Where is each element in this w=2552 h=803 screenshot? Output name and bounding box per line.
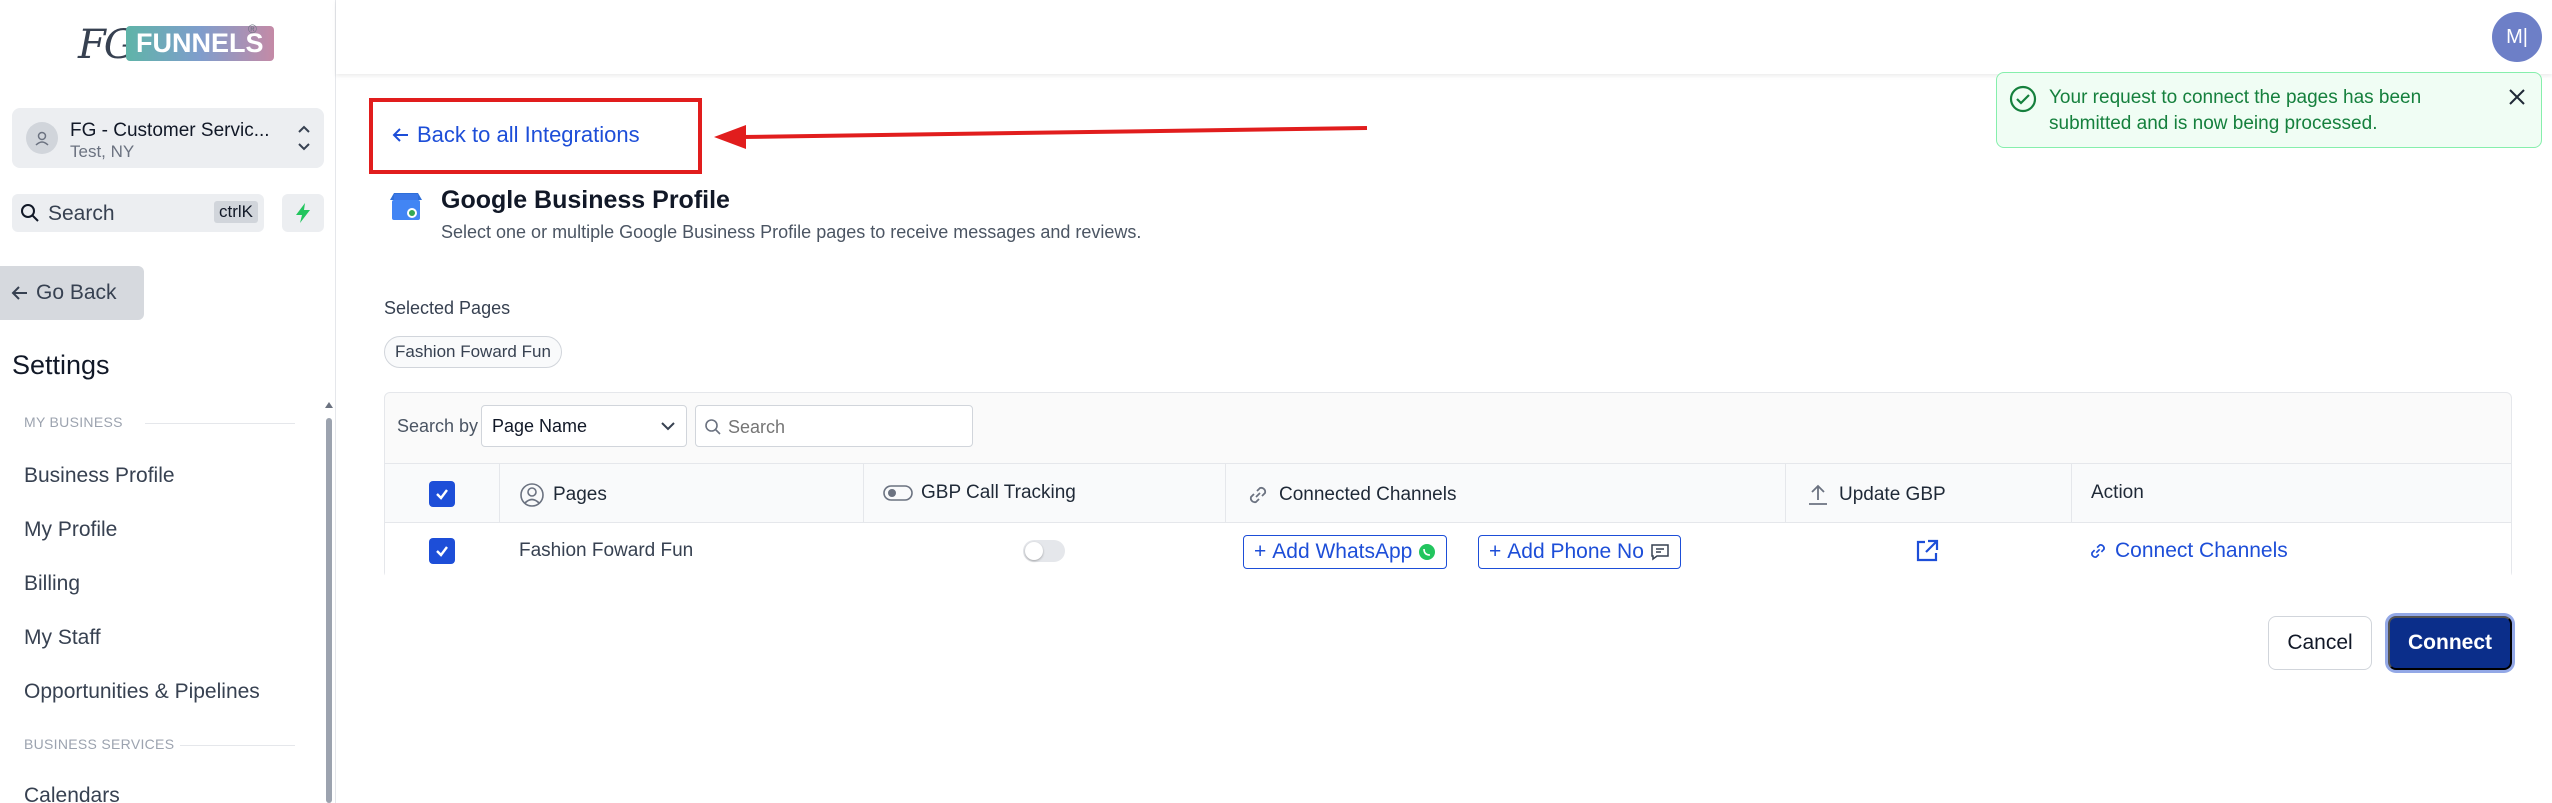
column-divider: [2071, 464, 2072, 522]
annotation-arrow: [714, 125, 1368, 149]
column-divider: [1225, 464, 1226, 522]
add-whatsapp-button[interactable]: + Add WhatsApp: [1243, 535, 1448, 569]
whatsapp-icon: [1419, 544, 1436, 560]
search-icon: [21, 204, 39, 222]
column-divider: [863, 464, 864, 522]
scroll-up-arrow[interactable]: [325, 402, 333, 408]
toggle-knob: [1025, 542, 1043, 560]
user-avatar[interactable]: M|: [2492, 12, 2542, 62]
back-to-integrations-link[interactable]: Back to all Integrations: [391, 122, 640, 148]
building-icon: [35, 131, 49, 146]
pages-table-panel: Search by Page Name Search Pages GBP Cal…: [384, 392, 2512, 579]
section-header-business-services: BUSINESS SERVICES: [24, 736, 175, 752]
location-subtitle: Test, NY: [70, 142, 135, 161]
sidebar-search[interactable]: Search ctrlK: [12, 194, 264, 232]
connect-button[interactable]: Connect: [2388, 616, 2512, 670]
message-icon: [1651, 544, 1669, 561]
column-header-call-tracking-label: GBP Call Tracking: [921, 482, 1076, 503]
chevron-down-icon: [661, 422, 675, 431]
user-circle-icon: [520, 483, 544, 507]
arrow-left-icon: [392, 128, 408, 142]
app-root: FG FUNNELS ® FG - Customer Servic... Tes…: [0, 0, 2552, 803]
sidebar-item-billing[interactable]: Billing: [24, 572, 80, 596]
column-divider: [1785, 464, 1786, 522]
search-by-value: Page Name: [492, 416, 588, 436]
checkmark-icon: [436, 489, 448, 500]
top-bar: M|: [336, 0, 2552, 74]
column-header-action: Action: [2091, 482, 2144, 504]
check-circle-icon: [2009, 85, 2037, 113]
column-header-channels-label: Connected Channels: [1279, 484, 1457, 505]
table-row: Fashion Foward Fun + Add WhatsApp + Add …: [385, 523, 2511, 579]
column-header-channels: Connected Channels: [1245, 482, 1456, 508]
link-icon: [2091, 544, 2105, 558]
external-link-icon[interactable]: [1913, 537, 1941, 565]
connect-channels-link[interactable]: Connect Channels: [2087, 539, 2288, 563]
link-icon: [1249, 486, 1267, 504]
column-header-update: Update GBP: [1805, 482, 1946, 508]
settings-title: Settings: [12, 350, 110, 380]
search-icon: [705, 419, 721, 435]
google-business-profile-icon: [390, 193, 422, 220]
location-name: FG - Customer Servic...: [70, 120, 270, 141]
sidebar: FG FUNNELS ® FG - Customer Servic... Tes…: [0, 0, 336, 803]
logo-registered-mark: ®: [248, 22, 257, 36]
integration-description: Select one or multiple Google Business P…: [441, 222, 1142, 242]
add-phone-button[interactable]: + Add Phone No: [1478, 535, 1681, 569]
connect-channels-label: Connect Channels: [2115, 539, 2288, 562]
brand-logo[interactable]: FG FUNNELS ®: [78, 22, 274, 84]
search-shortcut-badge: ctrlK: [214, 201, 258, 223]
sidebar-scrollbar[interactable]: [326, 418, 332, 803]
arrow-left-icon: [11, 286, 27, 300]
success-toast: Your request to connect the pages has be…: [1996, 72, 2542, 148]
selected-page-chip[interactable]: Fashion Foward Fun: [384, 336, 562, 368]
column-header-action-label: Action: [2091, 482, 2144, 503]
go-back-label: Go Back: [36, 281, 117, 304]
upload-icon: [1809, 484, 1827, 505]
table-search-input[interactable]: [728, 414, 958, 440]
add-phone-label: Add Phone No: [1507, 540, 1644, 563]
plus-icon: +: [1489, 540, 1502, 563]
column-header-call-tracking: GBP Call Tracking: [883, 482, 1076, 504]
column-divider: [499, 464, 500, 522]
sidebar-item-my-staff[interactable]: My Staff: [24, 626, 101, 650]
close-icon[interactable]: [2507, 87, 2527, 107]
sidebar-item-calendars[interactable]: Calendars: [24, 784, 120, 803]
chevron-up-down-icon: [298, 125, 310, 151]
toast-message: Your request to connect the pages has be…: [2049, 87, 2422, 134]
quick-actions-button[interactable]: [282, 194, 324, 232]
lightning-bolt-icon: [296, 203, 310, 223]
section-header-my-business: MY BUSINESS: [24, 414, 123, 430]
selected-pages-label: Selected Pages: [384, 298, 511, 318]
location-avatar: [26, 122, 58, 154]
column-header-pages: Pages: [519, 482, 607, 508]
toggle-icon: [883, 485, 913, 501]
sidebar-item-my-profile[interactable]: My Profile: [24, 518, 117, 542]
row-checkbox[interactable]: [429, 538, 455, 564]
annotation-highlight-box: Back to all Integrations: [369, 98, 702, 174]
sidebar-item-opportunities[interactable]: Opportunities & Pipelines: [24, 680, 260, 704]
integration-title: Google Business Profile: [441, 186, 730, 214]
search-by-label: Search by: [397, 416, 479, 436]
sidebar-search-label: Search: [48, 202, 115, 225]
sidebar-item-business-profile[interactable]: Business Profile: [24, 464, 175, 488]
column-header-update-label: Update GBP: [1839, 484, 1946, 505]
go-back-button[interactable]: Go Back: [0, 266, 144, 320]
table-header-row: Pages GBP Call Tracking Connected Channe…: [385, 463, 2511, 523]
column-header-pages-label: Pages: [553, 484, 607, 505]
add-whatsapp-label: Add WhatsApp: [1272, 540, 1413, 563]
select-all-checkbox[interactable]: [429, 481, 455, 507]
checkmark-icon: [436, 546, 448, 557]
location-switcher[interactable]: FG - Customer Servic... Test, NY: [12, 108, 324, 168]
row-page-name: Fashion Foward Fun: [519, 540, 694, 561]
cancel-button[interactable]: Cancel: [2268, 616, 2372, 670]
table-search-field[interactable]: [695, 405, 973, 447]
section-divider: [145, 423, 295, 424]
call-tracking-toggle[interactable]: [1023, 540, 1065, 562]
section-divider: [180, 745, 295, 746]
back-link-label: Back to all Integrations: [417, 122, 640, 147]
plus-icon: +: [1254, 540, 1267, 563]
search-by-select[interactable]: Page Name: [481, 405, 687, 447]
